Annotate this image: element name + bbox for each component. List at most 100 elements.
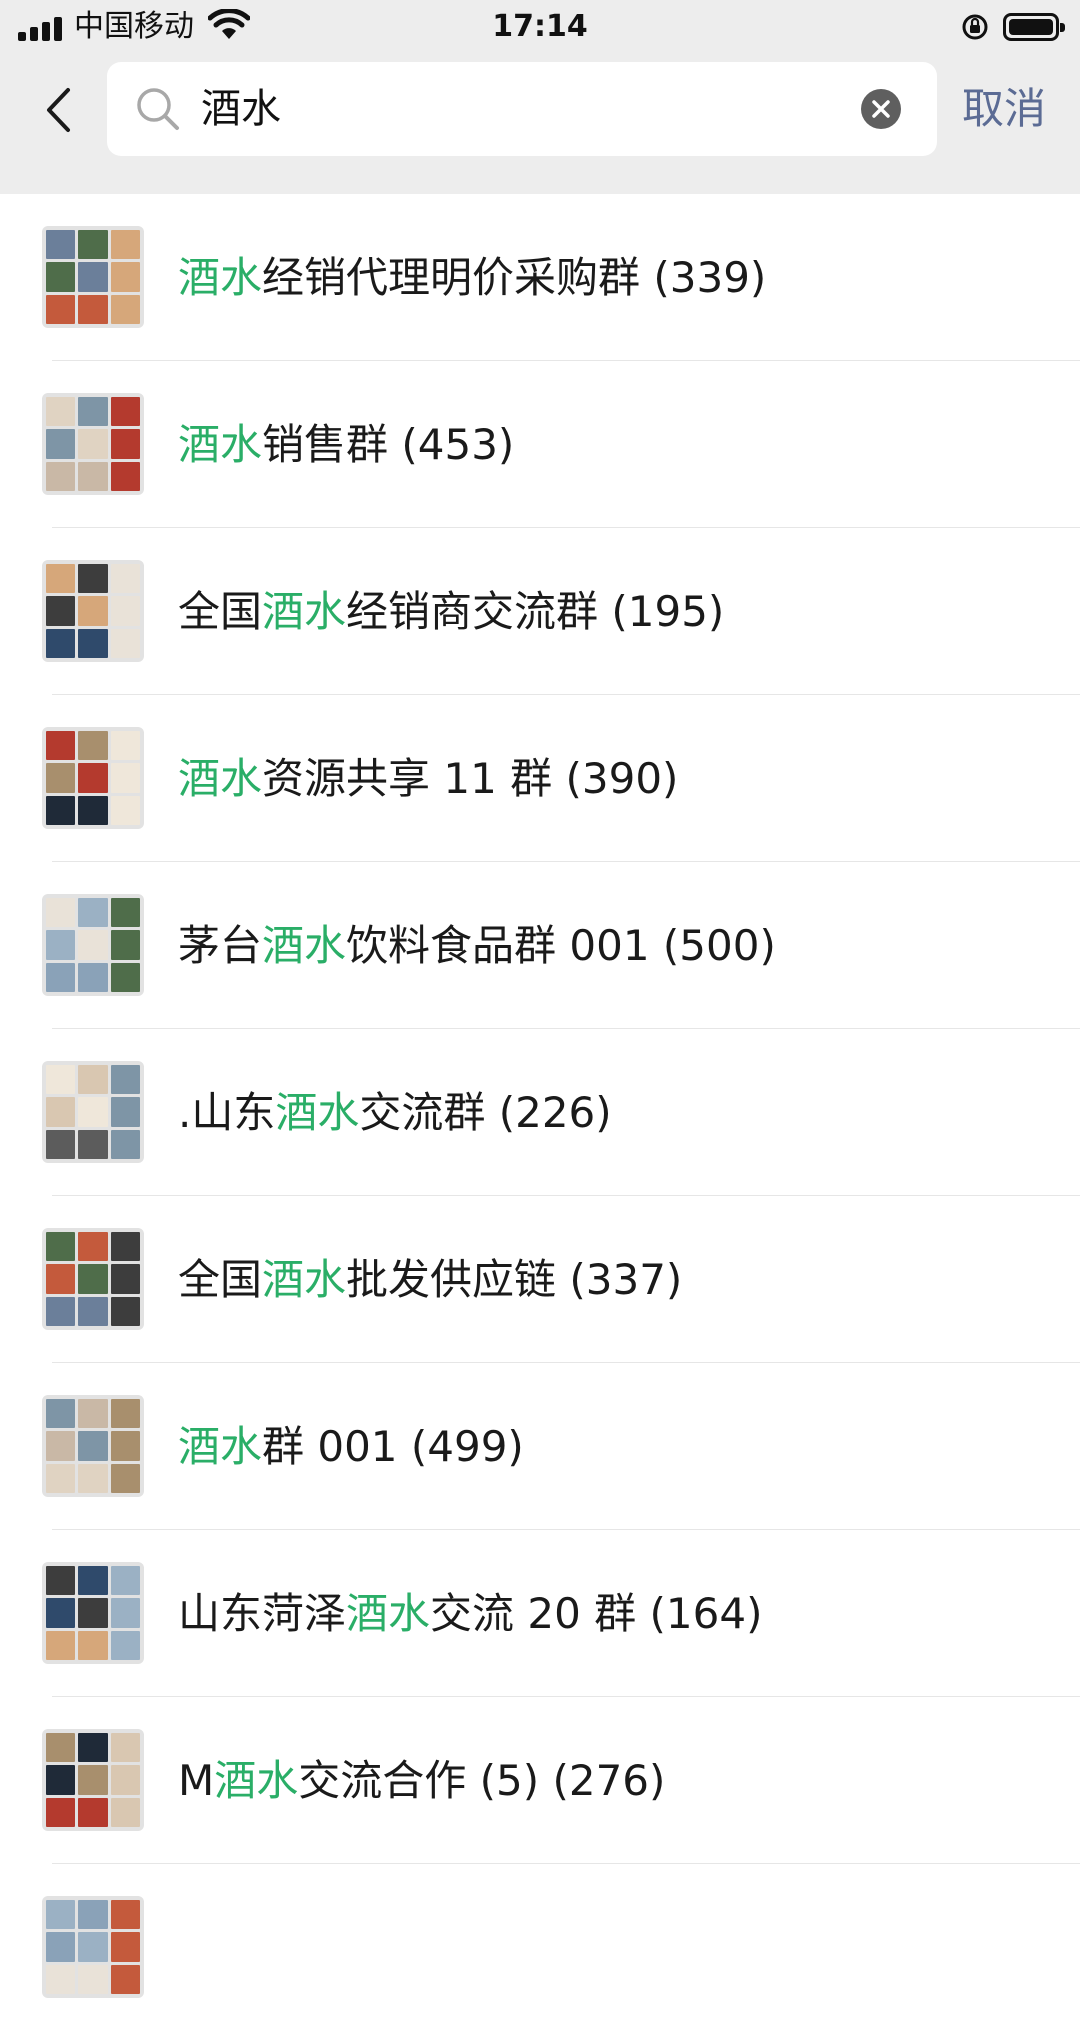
list-item[interactable]: 全国酒水经销商交流群 (195) (0, 528, 1080, 695)
avatar-tile (110, 596, 140, 626)
avatar-tile (78, 429, 108, 459)
search-field[interactable]: 酒水 (107, 62, 937, 156)
group-name: 全国酒水批发供应链 (337) (178, 1255, 683, 1304)
group-name: M酒水交流合作 (5) (276) (178, 1756, 666, 1805)
avatar-tile (78, 1232, 108, 1262)
avatar-tile (110, 1129, 140, 1159)
avatar-tile (46, 962, 76, 992)
avatar-tile (110, 1264, 140, 1294)
avatar-tile (46, 230, 76, 260)
avatar-tile (46, 294, 76, 324)
avatar-tile (46, 1932, 76, 1962)
search-results-list: 酒水经销代理明价采购群 (339) 酒水销售群 (453) 全国酒水经销商交流群… (0, 194, 1080, 2031)
avatar-tile (110, 1097, 140, 1127)
close-icon (872, 100, 890, 118)
avatar-tile (46, 1399, 76, 1429)
avatar-tile (78, 397, 108, 427)
group-avatar (42, 894, 144, 996)
avatar-tile (46, 1264, 76, 1294)
avatar-tile (46, 1964, 76, 1994)
group-avatar (42, 1896, 144, 1998)
avatar-tile (46, 1097, 76, 1127)
avatar-tile (46, 564, 76, 594)
avatar-tile (46, 1900, 76, 1930)
avatar-tile (78, 1296, 108, 1326)
list-item[interactable]: 山东菏泽酒水交流 20 群 (164) (0, 1530, 1080, 1697)
list-item[interactable]: .山东酒水交流群 (226) (0, 1029, 1080, 1196)
header: 中国移动 17:14 酒水 取消 (0, 0, 1080, 194)
avatar-tile (110, 262, 140, 292)
avatar-tile (78, 294, 108, 324)
status-time: 17:14 (492, 9, 588, 44)
avatar-tile (78, 1964, 108, 1994)
search-icon (137, 88, 179, 130)
avatar-tile (78, 1733, 108, 1763)
status-bar: 中国移动 17:14 (0, 0, 1080, 56)
avatar-tile (110, 461, 140, 491)
avatar-tile (78, 1431, 108, 1461)
avatar-tile (110, 1463, 140, 1493)
avatar-tile (78, 262, 108, 292)
avatar-tile (46, 1296, 76, 1326)
avatar-tile (46, 1232, 76, 1262)
avatar-tile (110, 898, 140, 928)
back-button[interactable] (36, 78, 80, 142)
avatar-tile (46, 731, 76, 761)
avatar-tile (46, 1797, 76, 1827)
group-name: 酒水群 001 (499) (178, 1422, 524, 1471)
list-item[interactable]: M酒水交流合作 (5) (276) (0, 1697, 1080, 1864)
avatar-tile (78, 596, 108, 626)
avatar-tile (110, 1566, 140, 1596)
group-avatar (42, 727, 144, 829)
avatar-tile (78, 1630, 108, 1660)
avatar-tile (78, 1129, 108, 1159)
avatar-tile (78, 1566, 108, 1596)
avatar-tile (110, 1399, 140, 1429)
avatar-tile (110, 795, 140, 825)
group-name: .山东酒水交流群 (226) (178, 1088, 612, 1137)
group-name: 酒水销售群 (453) (178, 420, 515, 469)
group-avatar (42, 560, 144, 662)
list-item[interactable] (0, 1864, 1080, 2031)
group-avatar (42, 226, 144, 328)
group-avatar (42, 1562, 144, 1664)
list-item[interactable]: 茅台酒水饮料食品群 001 (500) (0, 862, 1080, 1029)
list-item[interactable]: 酒水销售群 (453) (0, 361, 1080, 528)
list-item[interactable]: 酒水资源共享 11 群 (390) (0, 695, 1080, 862)
avatar-tile (78, 1765, 108, 1795)
avatar-tile (110, 1765, 140, 1795)
avatar-tile (110, 397, 140, 427)
avatar-tile (46, 1566, 76, 1596)
avatar-tile (46, 1129, 76, 1159)
group-avatar (42, 1228, 144, 1330)
rotation-lock-icon (962, 14, 988, 40)
search-input[interactable]: 酒水 (201, 62, 281, 156)
avatar-tile (46, 628, 76, 658)
group-avatar (42, 1061, 144, 1163)
avatar-tile (110, 628, 140, 658)
avatar-tile (110, 429, 140, 459)
avatar-tile (46, 898, 76, 928)
group-avatar (42, 393, 144, 495)
avatar-tile (110, 1733, 140, 1763)
avatar-tile (78, 1598, 108, 1628)
list-item[interactable]: 全国酒水批发供应链 (337) (0, 1196, 1080, 1363)
avatar-tile (110, 1900, 140, 1930)
cancel-button[interactable]: 取消 (962, 62, 1046, 156)
avatar-tile (110, 1431, 140, 1461)
avatar-tile (46, 461, 76, 491)
avatar-tile (110, 930, 140, 960)
battery-icon (1003, 13, 1065, 41)
avatar-tile (46, 1065, 76, 1095)
avatar-tile (78, 230, 108, 260)
group-avatar (42, 1395, 144, 1497)
list-item[interactable]: 酒水经销代理明价采购群 (339) (0, 194, 1080, 361)
avatar-tile (46, 795, 76, 825)
group-name: 茅台酒水饮料食品群 001 (500) (178, 921, 776, 970)
avatar-tile (110, 1964, 140, 1994)
avatar-tile (110, 1932, 140, 1962)
clear-search-button[interactable] (861, 89, 901, 129)
avatar-tile (110, 1065, 140, 1095)
avatar-tile (46, 1765, 76, 1795)
list-item[interactable]: 酒水群 001 (499) (0, 1363, 1080, 1530)
